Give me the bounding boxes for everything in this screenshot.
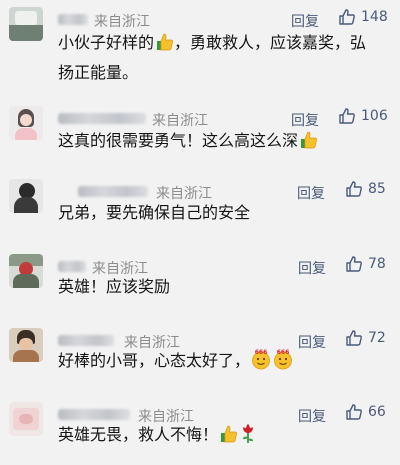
username-blurred[interactable] [78,186,148,197]
like-button[interactable]: 106 [338,107,388,125]
thumbs-up-outline-icon [346,404,362,420]
comment-text-part: 小伙子好样的 [58,33,155,52]
like-count: 148 [361,9,388,25]
svg-text:666: 666 [277,349,290,356]
location-label: 来自浙江 [152,113,208,129]
thumbs-up-outline-icon [346,181,362,197]
avatar[interactable] [9,7,43,41]
reply-button[interactable]: 回复 [291,110,319,130]
like-button[interactable]: 85 [345,180,386,198]
like-button[interactable]: 72 [345,329,386,347]
username-blurred[interactable] [58,113,146,124]
comment-text: 英雄无畏，救人不悔！ [58,422,388,452]
like-count: 85 [368,181,386,197]
like-count: 66 [368,404,386,420]
comment-text: 小伙子好样的 ，勇敢救人，应该嘉奖，弘扬正能量。 [58,30,388,86]
comment-text: 兄弟，要先确保自己的安全 [58,200,388,226]
rose-emoji-icon [238,422,258,452]
like-count: 106 [361,108,388,124]
reply-button[interactable]: 回复 [291,11,319,31]
avatar[interactable] [9,328,43,362]
comment-text-part: 扬正能量。 [58,63,139,82]
thumbs-up-outline-icon [346,256,362,272]
comment-list: 来自浙江 回复 148 小伙子好样的 ，勇敢救人，应该嘉奖，弘扬正能量。 来自浙江… [0,0,400,465]
like-count: 78 [368,256,386,272]
thumbs-up-emoji-icon [298,130,318,158]
like-button[interactable]: 78 [345,255,386,273]
666-face-emoji-icon: 666 [250,348,272,378]
thumbs-up-outline-icon [346,330,362,346]
username-blurred[interactable] [58,409,130,420]
like-button[interactable]: 66 [345,403,386,421]
location-label: 来自浙江 [94,14,150,30]
thumbs-up-emoji-icon [154,32,174,60]
comment-text: 好棒的小哥，心态太好了， 666 666 [58,348,388,378]
thumbs-up-outline-icon [339,9,355,25]
comment-text-part: 兄弟，要先确保自己的安全 [58,203,251,222]
thumbs-up-emoji-icon [218,424,238,452]
comment-text-part: 英雄！应该奖励 [58,277,171,296]
svg-text:666: 666 [255,349,268,356]
like-count: 72 [368,330,386,346]
username-blurred[interactable] [58,335,114,346]
avatar[interactable] [9,254,43,288]
comment-text-part: 好棒的小哥，心态太好了， [58,351,251,370]
thumbs-up-outline-icon [339,108,355,124]
comment-text-part: 英雄无畏，救人不悔！ [58,425,219,444]
avatar[interactable] [9,106,43,140]
avatar[interactable] [9,179,43,213]
username-blurred[interactable] [58,261,86,272]
avatar[interactable] [9,402,43,436]
comment-text: 这真的很需要勇气！这么高这么深 [58,128,388,158]
comment-text-part: 这真的很需要勇气！这么高这么深 [58,131,299,150]
username-blurred[interactable] [58,14,88,25]
comment-text-part: ，勇敢救人，应该嘉奖，弘 [174,33,367,52]
666-face-emoji-icon: 666 [272,348,294,378]
like-button[interactable]: 148 [338,8,388,26]
comment-text: 英雄！应该奖励 [58,274,388,300]
